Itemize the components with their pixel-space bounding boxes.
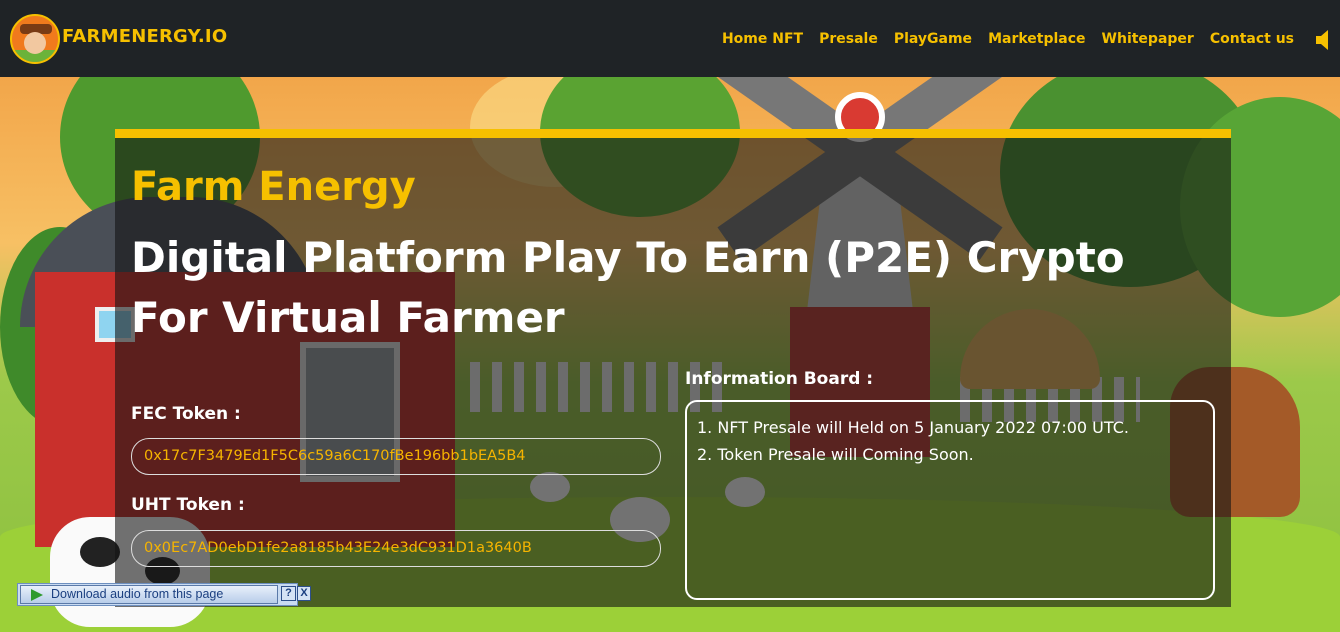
logo-farmer-face [24,32,46,54]
hero-kicker: Farm Energy [131,164,416,210]
info-item: 1. NFT Presale will Held on 5 January 20… [697,418,1129,437]
nav-whitepaper[interactable]: Whitepaper [1102,31,1194,47]
nav-home-nft[interactable]: Home NFT [722,31,803,47]
nav-contact-us[interactable]: Contact us [1210,31,1294,47]
cow-spot [80,537,120,567]
information-board-title: Information Board : [685,369,874,389]
nav-presale[interactable]: Presale [819,31,878,47]
info-item: 2. Token Presale will Coming Soon. [697,445,974,464]
farmenergy-logo[interactable] [10,14,60,64]
brand-name[interactable]: FARMENERGY.IO [62,26,227,47]
fec-token-label: FEC Token : [131,404,241,424]
uht-token-address-field[interactable]: 0x0Ec7AD0ebD1fe2a8185b43E24e3dC931D1a364… [131,530,661,567]
top-navbar: FARMENERGY.IO Home NFT Presale PlayGame … [0,0,1340,77]
fec-token-address-field[interactable]: 0x17c7F3479Ed1F5C6c59a6C170fBe196bb1bEA5… [131,438,661,475]
play-icon [31,589,43,601]
close-button[interactable]: X [297,586,311,601]
download-audio-label: Download audio from this page [51,587,224,601]
nav-menu: Home NFT Presale PlayGame Marketplace Wh… [722,31,1294,47]
uht-token-label: UHT Token : [131,495,245,515]
nav-playgame[interactable]: PlayGame [894,31,972,47]
audio-download-toolbar: Download audio from this page ? X [17,583,311,606]
nav-marketplace[interactable]: Marketplace [988,31,1085,47]
hero-content-panel: Farm Energy Digital Platform Play To Ear… [115,129,1231,607]
help-button[interactable]: ? [281,586,296,601]
download-audio-button[interactable]: Download audio from this page [20,585,278,604]
information-board: 1. NFT Presale will Held on 5 January 20… [685,400,1215,600]
speaker-icon[interactable] [1316,30,1332,50]
hero-headline: Digital Platform Play To Earn (P2E) Cryp… [131,233,1125,342]
